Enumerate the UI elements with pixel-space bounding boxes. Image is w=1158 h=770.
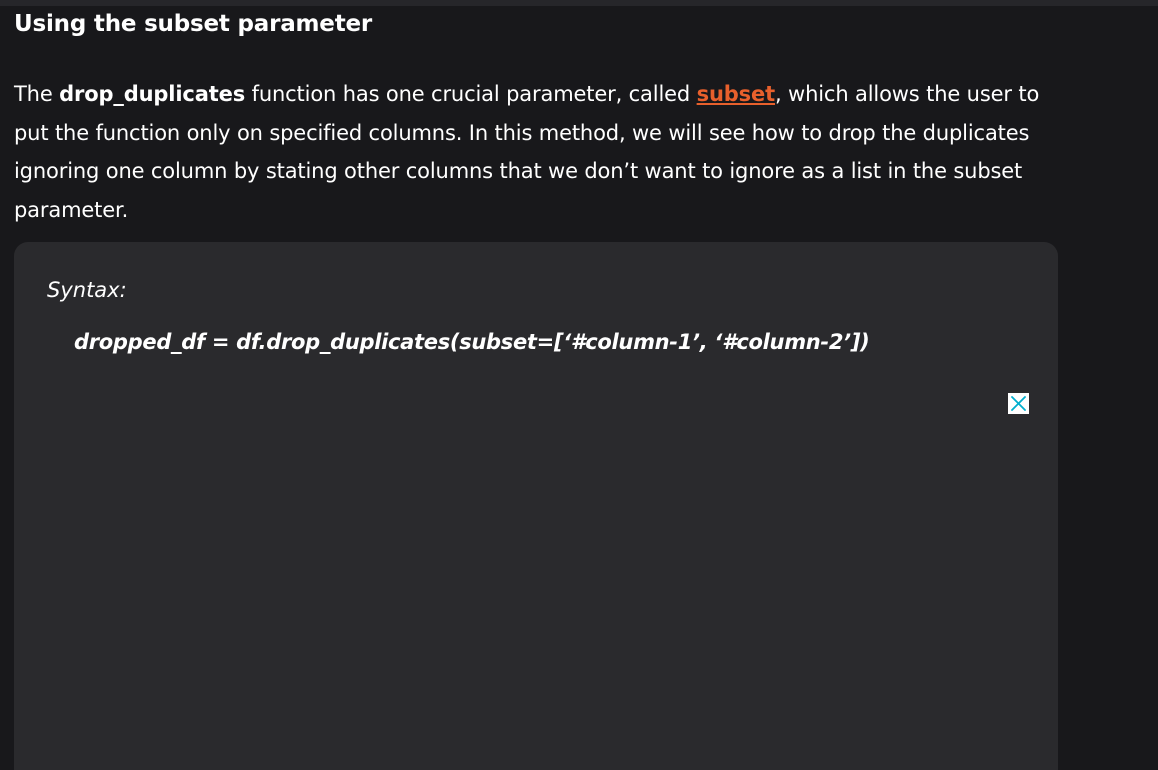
subset-link[interactable]: subset	[697, 82, 776, 106]
section-paragraph: The drop_duplicates function has one cru…	[14, 75, 1058, 229]
syntax-code: dropped_df = df.drop_duplicates(subset=[…	[74, 330, 870, 354]
function-name: drop_duplicates	[59, 82, 246, 106]
syntax-box: Syntax: dropped_df = df.drop_duplicates(…	[14, 242, 1058, 770]
article-content: Using the subset parameter The drop_dupl…	[14, 6, 1058, 229]
section-heading: Using the subset parameter	[14, 11, 373, 37]
paragraph-text-1: The	[14, 82, 60, 106]
close-icon[interactable]	[1008, 393, 1029, 414]
paragraph-text-2: function has one crucial parameter, call…	[245, 82, 697, 106]
syntax-label: Syntax:	[47, 278, 127, 302]
